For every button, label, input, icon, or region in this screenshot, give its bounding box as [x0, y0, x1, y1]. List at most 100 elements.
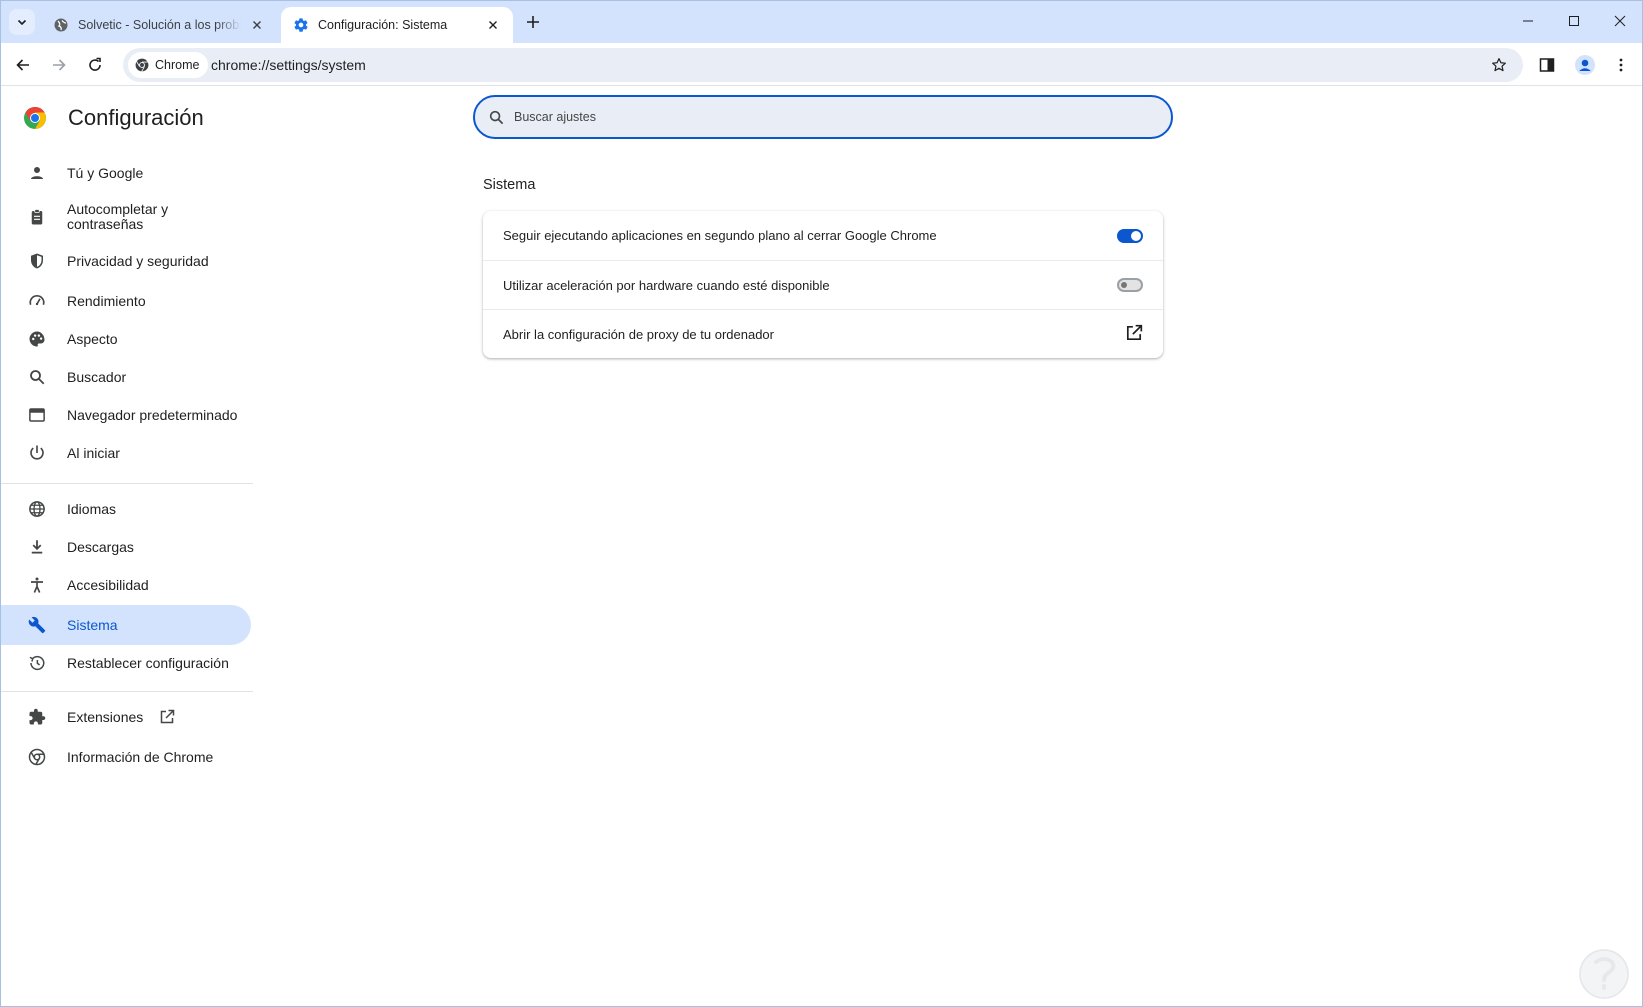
hardware-acceleration-toggle[interactable]: [1117, 278, 1143, 292]
tab-search-button[interactable]: [9, 9, 35, 35]
bookmark-star-button[interactable]: [1487, 53, 1511, 77]
plus-icon: [527, 16, 539, 28]
sidebar-item-navegador-predeterminado[interactable]: Navegador predeterminado: [1, 395, 251, 435]
sidebar-item-label: Extensiones: [67, 708, 144, 725]
sidebar-item-label: Privacidad y seguridad: [67, 252, 209, 269]
sidebar-item-autocompletar[interactable]: Autocompletar y contraseñas: [1, 193, 251, 241]
shield-icon: [27, 251, 47, 271]
sidebar-item-label: Accesibilidad: [67, 576, 149, 593]
reload-button[interactable]: [83, 53, 107, 77]
search-icon: [489, 110, 504, 124]
tab-title: Solvetic - Solución a los problemas info…: [78, 18, 241, 32]
tab-title: Configuración: Sistema: [318, 18, 448, 32]
sidebar-item-aspecto[interactable]: Aspecto: [1, 319, 251, 359]
sidebar-item-tu-y-google[interactable]: Tú y Google: [1, 153, 251, 193]
omnibox[interactable]: Chrome chrome://settings/system: [123, 48, 1523, 82]
setting-label: Utilizar aceleración por hardware cuando…: [503, 277, 830, 293]
gear-favicon-icon: [294, 18, 308, 32]
background-apps-toggle[interactable]: [1117, 228, 1143, 243]
tab-strip: Solvetic - Solución a los problemas info…: [1, 1, 1642, 43]
sidebar-item-label: Descargas: [67, 538, 134, 555]
power-icon: [27, 443, 47, 463]
reload-icon: [89, 57, 101, 71]
chrome-logo-icon: [24, 107, 46, 129]
settings-page: Configuración Buscar ajustes Tú y Google…: [1, 87, 1642, 1006]
sidebar-item-rendimiento[interactable]: Rendimiento: [1, 281, 251, 321]
side-panel-button[interactable]: [1535, 53, 1559, 77]
search-icon: [27, 367, 47, 387]
side-panel-icon: [1539, 58, 1555, 72]
sidebar-item-label: Buscador: [67, 368, 127, 385]
system-settings-card: Seguir ejecutando aplicaciones en segund…: [483, 211, 1163, 358]
restore-icon: [27, 653, 47, 673]
chip-label: Chrome: [155, 58, 200, 72]
back-button[interactable]: [11, 53, 35, 77]
maximize-icon: [1569, 16, 1579, 26]
puzzle-icon: [27, 707, 47, 727]
close-tab-icon[interactable]: [485, 17, 501, 33]
clipboard-icon: [27, 207, 47, 227]
arrow-forward-icon: [53, 59, 66, 71]
close-tab-icon[interactable]: [249, 17, 265, 33]
sidebar-item-buscador[interactable]: Buscador: [1, 357, 251, 397]
sidebar-item-descargas[interactable]: Descargas: [1, 527, 251, 567]
sidebar-item-label: Aspecto: [67, 330, 118, 347]
sidebar-item-label: Al iniciar: [67, 444, 120, 461]
setting-row-hardware-acceleration[interactable]: Utilizar aceleración por hardware cuando…: [483, 260, 1163, 309]
section-title: Sistema: [483, 177, 536, 193]
globe-favicon-icon: [54, 18, 68, 32]
external-link-icon[interactable]: [1125, 324, 1143, 345]
forward-button[interactable]: [47, 53, 71, 77]
browser-window: Solvetic - Solución a los problemas info…: [0, 0, 1643, 1007]
sidebar-item-idiomas[interactable]: Idiomas: [1, 489, 251, 529]
accessibility-icon: [27, 575, 47, 595]
sidebar-item-accesibilidad[interactable]: Accesibilidad: [1, 565, 251, 605]
sidebar-divider: [1, 483, 253, 484]
profile-button[interactable]: [1573, 53, 1597, 77]
chrome-icon: [27, 747, 47, 767]
chevron-down-icon: [17, 19, 27, 26]
tab-solvetic[interactable]: Solvetic - Solución a los problemas info…: [41, 7, 277, 43]
maximize-button[interactable]: [1551, 1, 1597, 41]
close-window-button[interactable]: [1597, 1, 1642, 41]
palette-icon: [27, 329, 47, 349]
new-tab-button[interactable]: [521, 10, 545, 34]
more-vert-icon: [1619, 58, 1623, 72]
setting-label: Seguir ejecutando aplicaciones en segund…: [503, 228, 937, 243]
setting-row-proxy[interactable]: Abrir la configuración de proxy de tu or…: [483, 309, 1163, 358]
sidebar-item-label: Información de Chrome: [67, 748, 214, 765]
sidebar-item-sistema[interactable]: Sistema: [1, 605, 251, 645]
minimize-icon: [1523, 20, 1533, 22]
star-icon: [1492, 58, 1506, 72]
settings-search-field[interactable]: Buscar ajustes: [473, 95, 1173, 139]
sidebar-item-label: Autocompletar y contraseñas: [67, 201, 169, 232]
sidebar-item-informacion[interactable]: Información de Chrome: [1, 737, 251, 777]
avatar-icon: [1575, 55, 1595, 75]
url-text[interactable]: chrome://settings/system: [211, 57, 366, 73]
sidebar-item-label: Rendimiento: [67, 292, 146, 309]
page-title: Configuración: [68, 105, 204, 130]
sidebar-item-extensiones[interactable]: Extensiones: [1, 697, 251, 737]
external-link-icon: [159, 709, 175, 725]
person-icon: [27, 163, 47, 183]
sidebar-item-label: Restablecer configuración: [67, 654, 229, 671]
download-icon: [27, 537, 47, 557]
settings-header: Configuración: [23, 105, 204, 131]
search-placeholder: Buscar ajustes: [514, 110, 596, 124]
toolbar: Chrome chrome://settings/system: [1, 43, 1642, 86]
sidebar-item-privacidad[interactable]: Privacidad y seguridad: [1, 241, 251, 281]
tab-configuracion[interactable]: Configuración: Sistema: [281, 7, 513, 43]
browser-window-icon: [27, 405, 47, 425]
minimize-button[interactable]: [1505, 1, 1551, 41]
setting-row-background-apps[interactable]: Seguir ejecutando aplicaciones en segund…: [483, 211, 1163, 260]
wrench-icon: [27, 615, 47, 635]
sidebar-item-label: Tú y Google: [67, 164, 144, 181]
speedometer-icon: [27, 291, 47, 311]
sidebar-item-restablecer[interactable]: Restablecer configuración: [1, 643, 251, 683]
sidebar-item-label: Sistema: [67, 616, 118, 633]
arrow-back-icon: [16, 59, 29, 71]
site-info-chip[interactable]: Chrome: [128, 52, 209, 78]
sidebar-item-al-iniciar[interactable]: Al iniciar: [1, 433, 251, 473]
menu-button[interactable]: [1609, 53, 1633, 77]
setting-label: Abrir la configuración de proxy de tu or…: [503, 326, 774, 342]
